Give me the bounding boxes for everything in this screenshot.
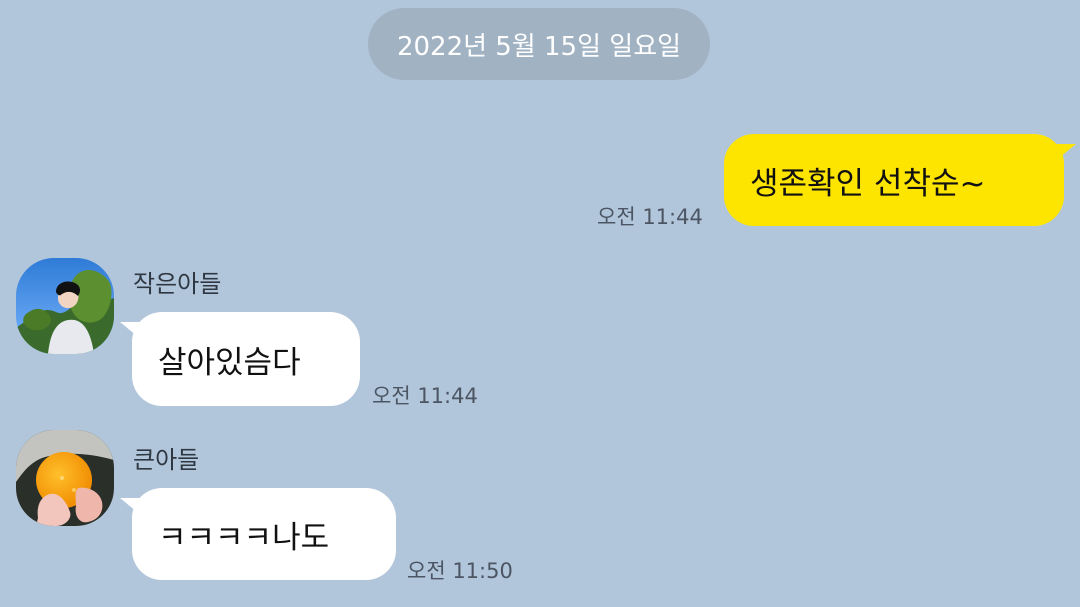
message-bubble-received[interactable]: 살아있슴다 xyxy=(120,312,360,406)
message-time: 오전 11:44 xyxy=(372,384,478,408)
message-text: ㅋㅋㅋㅋ나도 xyxy=(158,519,330,556)
avatar[interactable] xyxy=(16,258,114,354)
profile-photo-orange-icon xyxy=(16,430,114,526)
date-separator: 2022년 5월 15일 일요일 xyxy=(368,8,710,80)
bubble-tail xyxy=(120,498,142,516)
message-time: 오전 11:50 xyxy=(407,559,513,583)
message-text: 살아있슴다 xyxy=(158,344,301,381)
profile-photo-person-icon xyxy=(16,258,114,354)
bubble-tail xyxy=(120,322,142,340)
message-bubble-received[interactable]: ㅋㅋㅋㅋ나도 xyxy=(120,488,396,580)
bubble-tail xyxy=(1054,144,1076,162)
avatar[interactable] xyxy=(16,430,114,526)
message-bubble-sent[interactable]: 생존확인 선착순~ xyxy=(724,134,1076,226)
sender-name: 큰아들 xyxy=(133,446,200,474)
sender-name: 작은아들 xyxy=(133,270,222,298)
message-time: 오전 11:44 xyxy=(597,205,703,229)
message-text: 생존확인 선착순~ xyxy=(750,165,986,202)
